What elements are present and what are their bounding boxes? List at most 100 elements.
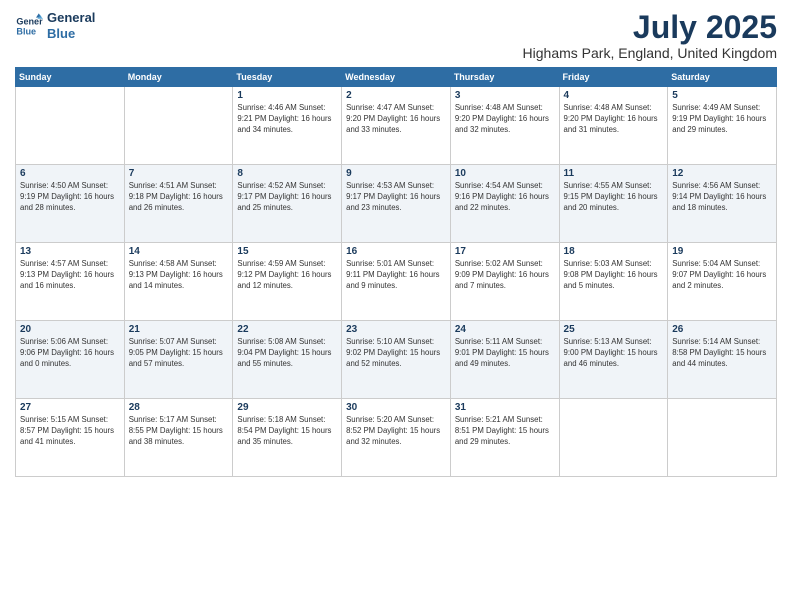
day-number: 24: [455, 324, 555, 335]
table-row: 1 Sunrise: 4:46 AM Sunset: 9:21 PM Daylig…: [233, 87, 342, 165]
day-info: Sunrise: 5:20 AM Sunset: 8:52 PM Dayligh…: [346, 415, 446, 448]
table-row: 5Sunrise: 4:49 AM Sunset: 9:19 PM Daylig…: [668, 87, 777, 165]
table-row: [16, 87, 125, 165]
table-row: 6 Sunrise: 4:50 AM Sunset: 9:19 PM Daylig…: [16, 165, 125, 243]
table-row: 9Sunrise: 4:53 AM Sunset: 9:17 PM Daylig…: [342, 165, 451, 243]
day-number: 3: [455, 90, 555, 101]
col-wednesday: Wednesday: [342, 68, 451, 87]
day-info: Sunrise: 4:46 AM Sunset: 9:21 PM Dayligh…: [237, 103, 337, 136]
logo-icon: General Blue: [15, 12, 43, 40]
day-info: Sunrise: 5:02 AM Sunset: 9:09 PM Dayligh…: [455, 259, 555, 292]
table-row: [124, 87, 233, 165]
header: General Blue General Blue July 2025 High…: [15, 10, 777, 61]
day-info: Sunrise: 4:53 AM Sunset: 9:17 PM Dayligh…: [346, 181, 446, 214]
col-thursday: Thursday: [450, 68, 559, 87]
day-number: 1: [237, 90, 337, 101]
day-number: 31: [455, 402, 555, 413]
col-saturday: Saturday: [668, 68, 777, 87]
table-row: 14 Sunrise: 4:58 AM Sunset: 9:13 PM Dayli…: [124, 243, 233, 321]
calendar-header-row: Sunday Monday Tuesday Wednesday Thursday…: [16, 68, 777, 87]
table-row: 21 Sunrise: 5:07 AM Sunset: 9:05 PM Dayli…: [124, 321, 233, 399]
day-info: Sunrise: 5:08 AM Sunset: 9:04 PM Dayligh…: [237, 337, 337, 370]
table-row: [559, 399, 668, 477]
calendar-week-row: 20Sunrise: 5:06 AM Sunset: 9:06 PM Dayli…: [16, 321, 777, 399]
day-info: Sunrise: 5:11 AM Sunset: 9:01 PM Dayligh…: [455, 337, 555, 370]
table-row: 12 Sunrise: 4:56 AM Sunset: 9:14 PM Dayli…: [668, 165, 777, 243]
day-info: Sunrise: 5:17 AM Sunset: 8:55 PM Dayligh…: [129, 415, 229, 448]
day-info: Sunrise: 5:06 AM Sunset: 9:06 PM Dayligh…: [20, 337, 120, 370]
day-info: Sunrise: 4:55 AM Sunset: 9:15 PM Dayligh…: [564, 181, 664, 214]
day-info: Sunrise: 4:50 AM Sunset: 9:19 PM Dayligh…: [20, 181, 120, 214]
table-row: 19 Sunrise: 5:04 AM Sunset: 9:07 PM Dayli…: [668, 243, 777, 321]
table-row: 15 Sunrise: 4:59 AM Sunset: 9:12 PM Dayli…: [233, 243, 342, 321]
day-number: 15: [237, 246, 337, 257]
day-number: 17: [455, 246, 555, 257]
day-number: 16: [346, 246, 446, 257]
day-info: Sunrise: 5:07 AM Sunset: 9:05 PM Dayligh…: [129, 337, 229, 370]
day-number: 18: [564, 246, 664, 257]
col-friday: Friday: [559, 68, 668, 87]
table-row: 10Sunrise: 4:54 AM Sunset: 9:16 PM Dayli…: [450, 165, 559, 243]
svg-text:Blue: Blue: [16, 26, 36, 36]
day-info: Sunrise: 4:48 AM Sunset: 9:20 PM Dayligh…: [564, 103, 664, 136]
day-info: Sunrise: 5:13 AM Sunset: 9:00 PM Dayligh…: [564, 337, 664, 370]
table-row: 30 Sunrise: 5:20 AM Sunset: 8:52 PM Dayli…: [342, 399, 451, 477]
day-info: Sunrise: 5:03 AM Sunset: 9:08 PM Dayligh…: [564, 259, 664, 292]
day-number: 27: [20, 402, 120, 413]
page: General Blue General Blue July 2025 High…: [0, 0, 792, 612]
table-row: 18 Sunrise: 5:03 AM Sunset: 9:08 PM Dayli…: [559, 243, 668, 321]
table-row: 31 Sunrise: 5:21 AM Sunset: 8:51 PM Dayli…: [450, 399, 559, 477]
logo-general: General: [47, 10, 95, 26]
day-info: Sunrise: 5:04 AM Sunset: 9:07 PM Dayligh…: [672, 259, 772, 292]
day-info: Sunrise: 4:47 AM Sunset: 9:20 PM Dayligh…: [346, 103, 446, 136]
day-number: 14: [129, 246, 229, 257]
logo-blue: Blue: [47, 26, 95, 42]
day-number: 2: [346, 90, 446, 101]
day-number: 8: [237, 168, 337, 179]
day-number: 12: [672, 168, 772, 179]
day-info: Sunrise: 4:52 AM Sunset: 9:17 PM Dayligh…: [237, 181, 337, 214]
table-row: 25 Sunrise: 5:13 AM Sunset: 9:00 PM Dayli…: [559, 321, 668, 399]
day-number: 10: [455, 168, 555, 179]
subtitle: Highams Park, England, United Kingdom: [523, 45, 777, 61]
day-number: 5: [672, 90, 772, 101]
calendar-week-row: 6 Sunrise: 4:50 AM Sunset: 9:19 PM Daylig…: [16, 165, 777, 243]
table-row: 8 Sunrise: 4:52 AM Sunset: 9:17 PM Daylig…: [233, 165, 342, 243]
calendar-table: Sunday Monday Tuesday Wednesday Thursday…: [15, 67, 777, 477]
day-number: 6: [20, 168, 120, 179]
day-info: Sunrise: 5:10 AM Sunset: 9:02 PM Dayligh…: [346, 337, 446, 370]
day-number: 25: [564, 324, 664, 335]
day-number: 22: [237, 324, 337, 335]
table-row: 28 Sunrise: 5:17 AM Sunset: 8:55 PM Dayli…: [124, 399, 233, 477]
table-row: 13 Sunrise: 4:57 AM Sunset: 9:13 PM Dayli…: [16, 243, 125, 321]
day-info: Sunrise: 4:51 AM Sunset: 9:18 PM Dayligh…: [129, 181, 229, 214]
day-info: Sunrise: 4:56 AM Sunset: 9:14 PM Dayligh…: [672, 181, 772, 214]
calendar-week-row: 27Sunrise: 5:15 AM Sunset: 8:57 PM Dayli…: [16, 399, 777, 477]
day-info: Sunrise: 4:58 AM Sunset: 9:13 PM Dayligh…: [129, 259, 229, 292]
logo: General Blue General Blue: [15, 10, 95, 41]
table-row: 2 Sunrise: 4:47 AM Sunset: 9:20 PM Daylig…: [342, 87, 451, 165]
day-number: 23: [346, 324, 446, 335]
day-number: 4: [564, 90, 664, 101]
day-number: 26: [672, 324, 772, 335]
table-row: 22 Sunrise: 5:08 AM Sunset: 9:04 PM Dayli…: [233, 321, 342, 399]
day-number: 19: [672, 246, 772, 257]
table-row: 27Sunrise: 5:15 AM Sunset: 8:57 PM Dayli…: [16, 399, 125, 477]
day-number: 13: [20, 246, 120, 257]
day-number: 28: [129, 402, 229, 413]
day-info: Sunrise: 4:48 AM Sunset: 9:20 PM Dayligh…: [455, 103, 555, 136]
col-sunday: Sunday: [16, 68, 125, 87]
day-info: Sunrise: 4:59 AM Sunset: 9:12 PM Dayligh…: [237, 259, 337, 292]
calendar-week-row: 13 Sunrise: 4:57 AM Sunset: 9:13 PM Dayli…: [16, 243, 777, 321]
table-row: 3 Sunrise: 4:48 AM Sunset: 9:20 PM Daylig…: [450, 87, 559, 165]
table-row: 17 Sunrise: 5:02 AM Sunset: 9:09 PM Dayli…: [450, 243, 559, 321]
day-number: 30: [346, 402, 446, 413]
table-row: 24 Sunrise: 5:11 AM Sunset: 9:01 PM Dayli…: [450, 321, 559, 399]
day-info: Sunrise: 4:57 AM Sunset: 9:13 PM Dayligh…: [20, 259, 120, 292]
day-info: Sunrise: 5:21 AM Sunset: 8:51 PM Dayligh…: [455, 415, 555, 448]
day-number: 29: [237, 402, 337, 413]
table-row: 29Sunrise: 5:18 AM Sunset: 8:54 PM Dayli…: [233, 399, 342, 477]
col-tuesday: Tuesday: [233, 68, 342, 87]
day-number: 21: [129, 324, 229, 335]
calendar-week-row: 1 Sunrise: 4:46 AM Sunset: 9:21 PM Daylig…: [16, 87, 777, 165]
